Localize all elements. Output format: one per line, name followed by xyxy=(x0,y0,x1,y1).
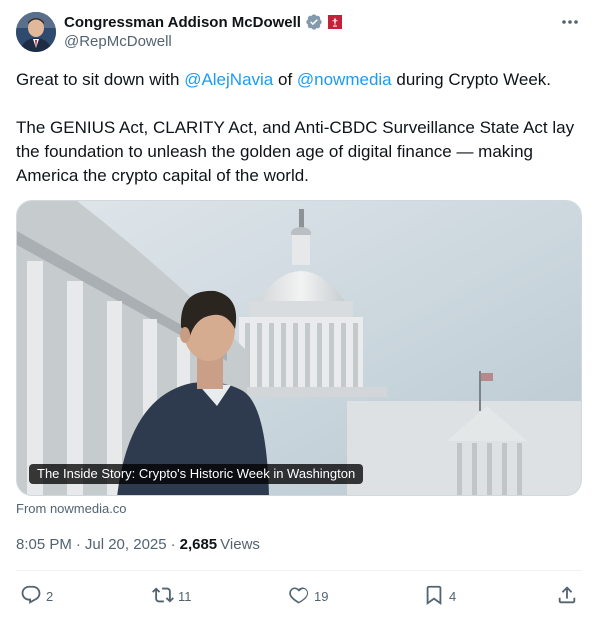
action-bar: 2 11 19 4 xyxy=(16,582,582,610)
views-count[interactable]: 2,685 xyxy=(180,536,218,553)
mention-link[interactable]: @AlejNavia xyxy=(184,70,273,89)
reply-icon xyxy=(20,584,42,609)
meta-separator: · xyxy=(75,535,81,553)
tweet-paragraph-1: Great to sit down with @AlejNavia of @no… xyxy=(16,68,584,92)
author-block: Congressman Addison McDowell @RepMcDowel… xyxy=(64,12,343,50)
author-display-name[interactable]: Congressman Addison McDowell xyxy=(64,14,301,31)
reply-count: 2 xyxy=(46,588,54,604)
verified-badge-icon xyxy=(305,13,323,31)
capitol-photo xyxy=(17,201,581,495)
mention-link[interactable]: @nowmedia xyxy=(297,70,392,89)
us-house-seal-icon[interactable] xyxy=(327,14,343,30)
meta-separator: · xyxy=(170,535,176,553)
tweet-time[interactable]: 8:05 PM xyxy=(16,536,72,553)
share-button[interactable] xyxy=(556,584,578,609)
repost-button[interactable]: 11 xyxy=(152,584,192,609)
heart-icon xyxy=(288,584,310,609)
link-card-title: The Inside Story: Crypto's Historic Week… xyxy=(29,464,364,484)
bookmark-icon xyxy=(423,584,445,609)
author-handle[interactable]: @RepMcDowell xyxy=(64,33,343,50)
tweet-header: Congressman Addison McDowell @RepMcDowel… xyxy=(16,12,582,56)
repost-count: 11 xyxy=(178,588,192,604)
divider xyxy=(16,570,582,571)
tweet-text: Great to sit down with @AlejNavia of @no… xyxy=(16,68,584,188)
avatar[interactable] xyxy=(16,12,56,52)
like-button[interactable]: 19 xyxy=(288,584,328,609)
reply-button[interactable]: 2 xyxy=(20,584,53,609)
tweet-text-segment: Great to sit down with xyxy=(16,70,185,89)
share-icon xyxy=(556,584,578,609)
link-card-image[interactable]: The Inside Story: Crypto's Historic Week… xyxy=(16,200,582,496)
avatar-image xyxy=(16,12,56,52)
tweet-paragraph-2: The GENIUS Act, CLARITY Act, and Anti-CB… xyxy=(16,118,575,185)
bookmark-count: 4 xyxy=(449,588,457,604)
like-count: 19 xyxy=(314,588,329,604)
tweet-meta: 8:05 PM · Jul 20, 2025 · 2,685 Views xyxy=(16,534,260,554)
views-label: Views xyxy=(220,535,260,553)
tweet-text-segment: during Crypto Week. xyxy=(391,70,552,89)
bookmark-button[interactable]: 4 xyxy=(423,584,456,609)
more-options-icon[interactable] xyxy=(558,12,582,32)
tweet-text-segment: of xyxy=(273,70,297,89)
link-card-source[interactable]: From nowmedia.co xyxy=(16,501,127,516)
repost-icon xyxy=(152,584,174,609)
tweet-date[interactable]: Jul 20, 2025 xyxy=(85,536,167,553)
